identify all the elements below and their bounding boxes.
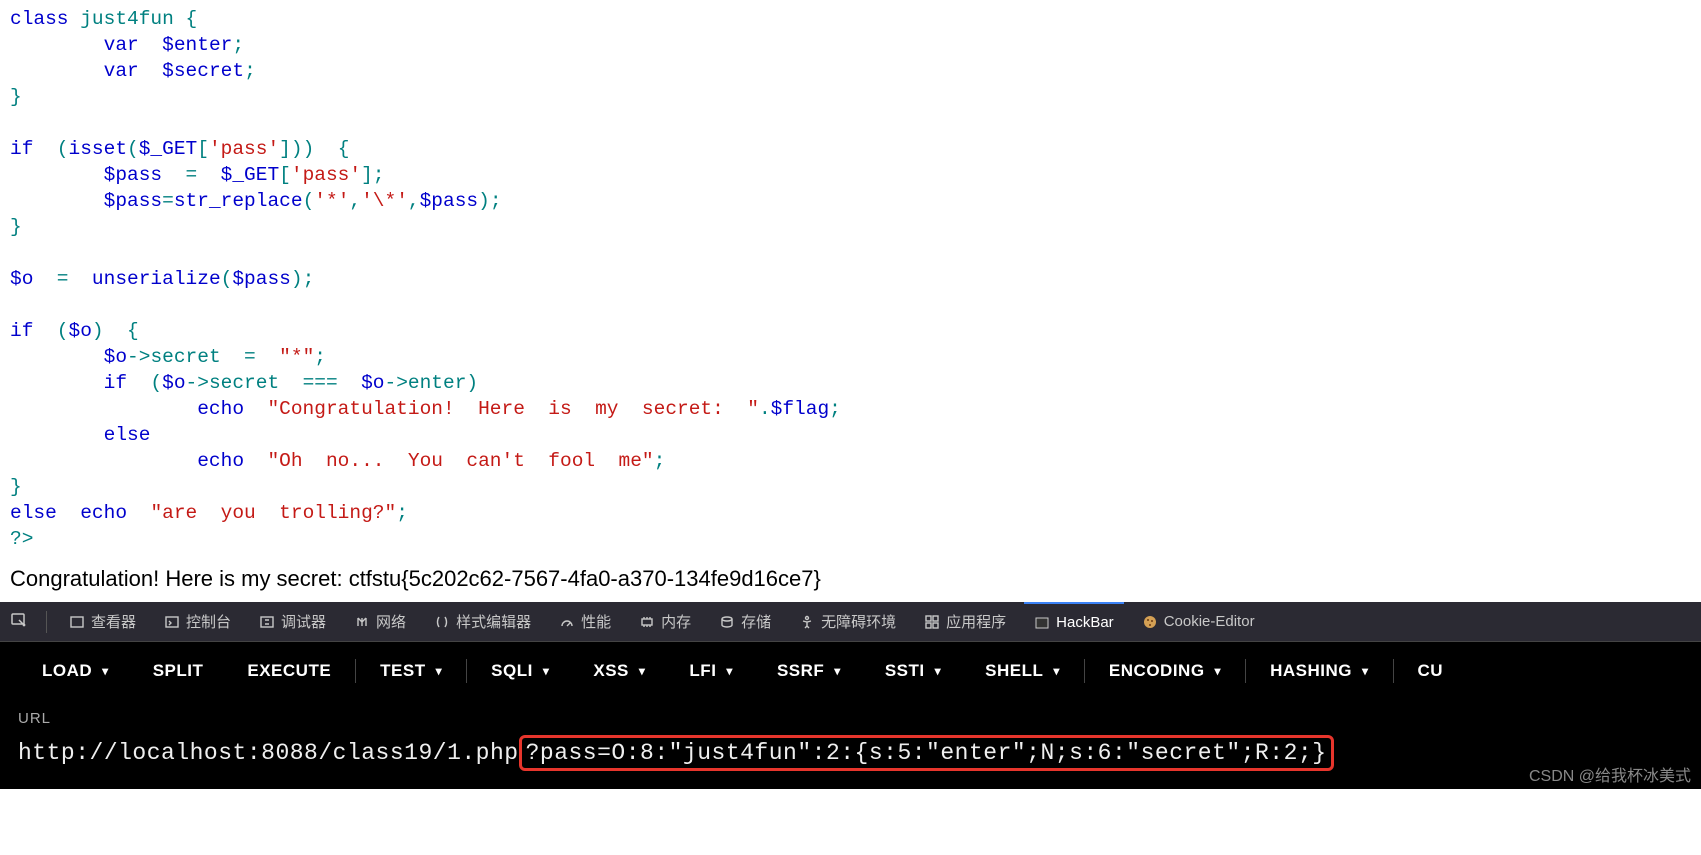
tab-cookie-editor[interactable]: Cookie-Editor: [1132, 602, 1265, 642]
cookie-icon: [1142, 614, 1158, 630]
tab-performance[interactable]: 性能: [549, 602, 621, 642]
tab-inspector[interactable]: 查看器: [59, 602, 146, 642]
tab-hackbar[interactable]: HackBar: [1024, 602, 1124, 642]
console-icon: [164, 614, 180, 630]
tab-label: 内存: [661, 611, 691, 632]
cu-button[interactable]: CU: [1396, 661, 1466, 681]
url-section: URL http://localhost:8088/class19/1.php?…: [0, 700, 1701, 789]
tab-label: 网络: [376, 611, 406, 632]
memory-icon: [639, 614, 655, 630]
tab-memory[interactable]: 内存: [629, 602, 701, 642]
tab-label: 控制台: [186, 611, 231, 632]
tab-label: 样式编辑器: [456, 611, 531, 632]
url-input[interactable]: http://localhost:8088/class19/1.php?pass…: [18, 735, 1683, 771]
tab-label: 无障碍环境: [821, 611, 896, 632]
lfi-dropdown[interactable]: LFI: [667, 661, 755, 681]
watermark: CSDN @给我杯冰美式: [1529, 762, 1691, 786]
output-result: Congratulation! Here is my secret: ctfst…: [0, 562, 1701, 602]
xss-dropdown[interactable]: XSS: [571, 661, 667, 681]
url-query-highlight: ?pass=O:8:"just4fun":2:{s:5:"enter";N;s:…: [519, 735, 1334, 771]
tab-network[interactable]: 网络: [344, 602, 416, 642]
shell-dropdown[interactable]: SHELL: [963, 661, 1082, 681]
execute-button[interactable]: EXECUTE: [225, 661, 353, 681]
gauge-icon: [559, 614, 575, 630]
tab-label: Cookie-Editor: [1164, 613, 1255, 630]
hashing-dropdown[interactable]: HASHING: [1248, 661, 1390, 681]
hackbar-panel: LOAD SPLIT EXECUTE TEST SQLI XSS LFI SSR…: [0, 642, 1701, 789]
load-button[interactable]: LOAD: [20, 661, 131, 681]
tab-debugger[interactable]: 调试器: [249, 602, 336, 642]
ssti-dropdown[interactable]: SSTI: [863, 661, 963, 681]
separator: [1245, 659, 1246, 683]
separator: [1084, 659, 1085, 683]
test-dropdown[interactable]: TEST: [358, 661, 464, 681]
grid-icon: [924, 614, 940, 630]
tab-label: 查看器: [91, 611, 136, 632]
style-icon: [434, 614, 450, 630]
separator: [1393, 659, 1394, 683]
devtools-panel: 查看器 控制台 调试器 网络 样式编辑器 性能 内存 存储: [0, 602, 1701, 789]
network-icon: [354, 614, 370, 630]
tab-label: HackBar: [1056, 614, 1114, 631]
hackbar-icon: [1034, 615, 1050, 631]
php-source-code: class just4fun { var $enter; var $secret…: [0, 0, 1701, 562]
url-label: URL: [18, 710, 1683, 727]
debugger-icon: [259, 614, 275, 630]
storage-icon: [719, 614, 735, 630]
split-button[interactable]: SPLIT: [131, 661, 226, 681]
tab-storage[interactable]: 存储: [709, 602, 781, 642]
tab-label: 调试器: [281, 611, 326, 632]
separator: [466, 659, 467, 683]
devtools-tabbar: 查看器 控制台 调试器 网络 样式编辑器 性能 内存 存储: [0, 602, 1701, 642]
tab-label: 性能: [581, 611, 611, 632]
tab-label: 应用程序: [946, 611, 1006, 632]
hackbar-toolbar: LOAD SPLIT EXECUTE TEST SQLI XSS LFI SSR…: [0, 642, 1701, 700]
tab-style-editor[interactable]: 样式编辑器: [424, 602, 541, 642]
box-icon: [69, 614, 85, 630]
encoding-dropdown[interactable]: ENCODING: [1087, 661, 1243, 681]
tab-console[interactable]: 控制台: [154, 602, 241, 642]
tab-application[interactable]: 应用程序: [914, 602, 1016, 642]
element-picker-icon[interactable]: [10, 611, 28, 633]
separator: [46, 611, 47, 633]
sqli-dropdown[interactable]: SQLI: [469, 661, 571, 681]
ssrf-dropdown[interactable]: SSRF: [755, 661, 863, 681]
url-prefix: http://localhost:8088/class19/1.php: [18, 740, 519, 766]
tab-label: 存储: [741, 611, 771, 632]
accessibility-icon: [799, 614, 815, 630]
separator: [355, 659, 356, 683]
tab-accessibility[interactable]: 无障碍环境: [789, 602, 906, 642]
